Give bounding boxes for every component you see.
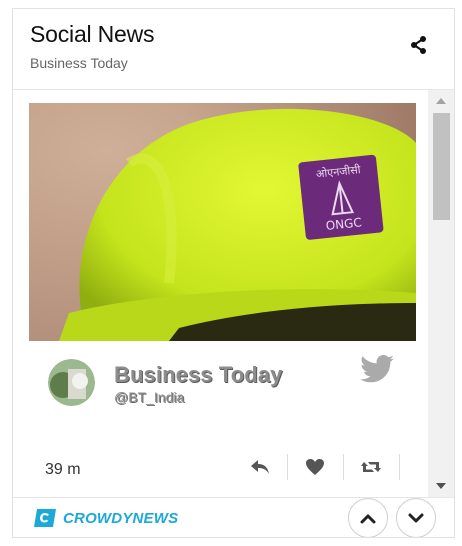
heart-icon xyxy=(306,459,324,475)
social-news-widget: Social News Business Today ओएनजीसी ONGC … xyxy=(12,8,455,538)
triangle-down-icon xyxy=(436,483,446,489)
post-image[interactable]: ओएनजीसी ONGC xyxy=(29,103,416,341)
crowdynews-logo[interactable]: CROWDYNEWS xyxy=(33,508,178,528)
brand-name: CROWDYNEWS xyxy=(63,509,179,527)
feed-scrollbar[interactable] xyxy=(428,90,454,497)
author-name[interactable]: Business Today xyxy=(114,362,282,388)
chevron-down-icon xyxy=(408,513,424,523)
widget-title: Social News xyxy=(30,21,155,47)
scrollbar-thumb[interactable] xyxy=(433,113,450,220)
widget-subtitle: Business Today xyxy=(30,55,128,71)
share-button[interactable] xyxy=(408,34,430,56)
post-card[interactable]: ओएनजीसी ONGC Business Today @BT_India 39… xyxy=(29,103,416,497)
scroll-up-button[interactable] xyxy=(428,90,454,112)
next-post-button[interactable] xyxy=(396,498,436,537)
reply-button[interactable] xyxy=(232,452,288,482)
author-handle[interactable]: @BT_India xyxy=(114,389,184,405)
helmet-photo: ओएनजीसी ONGC xyxy=(29,103,416,341)
like-button[interactable] xyxy=(287,452,343,482)
post-author: Business Today @BT_India xyxy=(29,341,416,441)
retweet-button[interactable] xyxy=(343,452,399,482)
reply-icon xyxy=(251,460,269,474)
share-icon xyxy=(411,36,426,54)
previous-post-button[interactable] xyxy=(348,498,388,537)
post-timestamp[interactable]: 39 m xyxy=(45,461,81,479)
action-divider xyxy=(399,454,400,480)
news-feed[interactable]: ओएनजीसी ONGC Business Today @BT_India 39… xyxy=(13,90,454,497)
crowdynews-c-icon xyxy=(34,509,56,527)
retweet-icon xyxy=(361,462,381,472)
chevron-up-icon xyxy=(360,514,376,524)
triangle-up-icon xyxy=(436,98,446,104)
twitter-bird-icon[interactable] xyxy=(360,355,394,383)
scroll-down-button[interactable] xyxy=(428,475,454,497)
avatar[interactable] xyxy=(48,359,95,406)
widget-header: Social News Business Today xyxy=(13,9,454,90)
post-footer: 39 m xyxy=(29,448,416,488)
widget-footer: CROWDYNEWS xyxy=(13,497,454,537)
